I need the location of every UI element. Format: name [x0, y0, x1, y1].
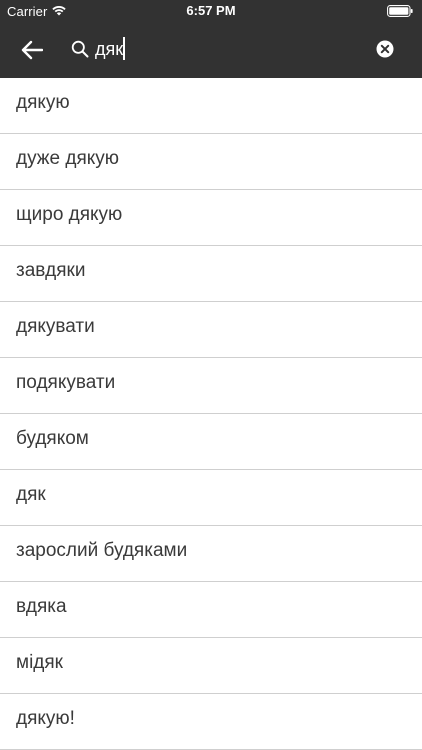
- list-item[interactable]: дякую: [0, 78, 422, 134]
- back-button[interactable]: [18, 36, 46, 64]
- list-item[interactable]: завдяки: [0, 246, 422, 302]
- list-item-label: зарослий будяками: [16, 540, 188, 561]
- search-icon: [71, 40, 89, 58]
- list-item-label: дуже дякую: [16, 148, 120, 169]
- list-item[interactable]: дякувати: [0, 302, 422, 358]
- battery-icon: [387, 5, 413, 17]
- list-item[interactable]: будяком: [0, 414, 422, 470]
- list-item-label: дякую!: [16, 708, 75, 729]
- list-item[interactable]: зарослий будяками: [0, 526, 422, 582]
- list-item-label: дяк: [16, 484, 46, 505]
- header: Carrier 6:57 PM: [0, 0, 422, 78]
- list-item-label: щиро дякую: [16, 204, 123, 225]
- search-bar: [0, 22, 422, 78]
- list-item-label: вдяка: [16, 596, 67, 617]
- list-item[interactable]: дуже дякую: [0, 134, 422, 190]
- results-list: дякую дуже дякую щиро дякую завдяки дяку…: [0, 78, 422, 750]
- text-caret: [123, 37, 125, 60]
- screen: Carrier 6:57 PM дяк дякую дуже дякую щир…: [0, 0, 422, 750]
- status-bar: Carrier 6:57 PM: [0, 0, 422, 22]
- list-item[interactable]: дякую!: [0, 694, 422, 750]
- list-item-label: дякую: [16, 92, 70, 113]
- list-item-label: мідяк: [16, 652, 63, 673]
- status-time: 6:57 PM: [186, 3, 236, 18]
- list-item[interactable]: вдяка: [0, 582, 422, 638]
- list-item-label: будяком: [16, 428, 89, 449]
- search-input[interactable]: [95, 36, 355, 62]
- list-item-label: завдяки: [16, 260, 86, 281]
- list-item[interactable]: щиро дякую: [0, 190, 422, 246]
- clear-search-button[interactable]: [376, 40, 394, 58]
- list-item[interactable]: подякувати: [0, 358, 422, 414]
- list-item[interactable]: дяк: [0, 470, 422, 526]
- list-item-label: подякувати: [16, 372, 116, 393]
- list-item[interactable]: мідяк: [0, 638, 422, 694]
- list-item-label: дякувати: [16, 316, 95, 337]
- back-arrow-icon: [21, 40, 43, 60]
